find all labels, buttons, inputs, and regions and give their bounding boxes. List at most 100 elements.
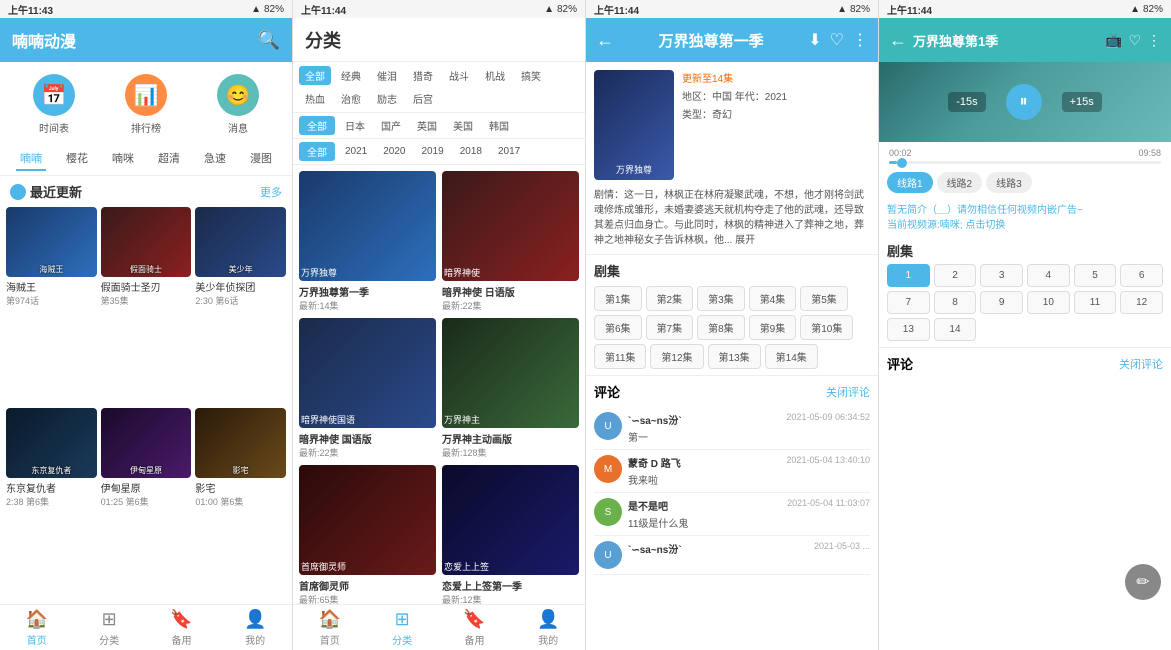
list-item[interactable]: 伊甸星原 伊甸星原 01:25 第6集 (101, 408, 192, 605)
ep-btn-14[interactable]: 14 (934, 318, 977, 341)
list-item[interactable]: 暗界神使国语 暗界神使 国语版 最新:22集 (299, 318, 436, 459)
filter-2019[interactable]: 2019 (416, 144, 450, 159)
fav-icon-4[interactable]: ♡ (1128, 32, 1141, 49)
ep-btn-11[interactable]: 11 (1074, 291, 1117, 314)
progress-handle[interactable] (897, 158, 907, 168)
download-icon[interactable]: ⬇ (808, 30, 821, 50)
filter-all-genre[interactable]: 全部 (299, 66, 331, 85)
episode-btn[interactable]: 第9集 (749, 315, 797, 340)
ep-btn-4[interactable]: 4 (1027, 264, 1070, 287)
filter-mecha[interactable]: 机战 (479, 66, 511, 85)
source-tab-2[interactable]: 线路2 (937, 172, 983, 193)
episode-btn[interactable]: 第5集 (800, 286, 848, 311)
news-shortcut[interactable]: 😊 消息 (217, 74, 259, 135)
list-item[interactable]: 影宅 影宅 01:00 第6集 (195, 408, 286, 605)
ep-btn-1[interactable]: 1 (887, 264, 930, 287)
more-link[interactable]: 更多 (260, 184, 282, 200)
progress-bar[interactable] (889, 161, 1161, 164)
list-item[interactable]: 万界独尊 万界独尊第一季 最新:14集 (299, 171, 436, 312)
filter-comedy[interactable]: 搞笑 (515, 66, 547, 85)
filter-2021[interactable]: 2021 (339, 144, 373, 159)
tab-nannan[interactable]: 喃喃 (16, 147, 46, 171)
list-item[interactable]: 万界神主 万界神主动画版 最新:128集 (442, 318, 579, 459)
ep-btn-12[interactable]: 12 (1120, 291, 1163, 314)
fab-edit-btn[interactable]: ✏ (1125, 564, 1161, 600)
nav-mine-2[interactable]: 👤 我的 (537, 609, 559, 647)
episode-btn[interactable]: 第1集 (594, 286, 642, 311)
nav-tools-2[interactable]: 🔖 备用 (463, 609, 485, 647)
region-all-tag[interactable]: 全部 (299, 116, 335, 135)
more-icon-4[interactable]: ⋮ (1147, 32, 1161, 49)
play-pause-btn[interactable]: ⏸ (1006, 84, 1042, 120)
switch-source-link[interactable]: 当前视频源:喃咪; 点击切换 (887, 220, 1005, 231)
source-tab-1[interactable]: 线路1 (887, 172, 933, 193)
episode-btn[interactable]: 第12集 (650, 344, 703, 369)
filter-2020[interactable]: 2020 (377, 144, 411, 159)
tab-fast[interactable]: 急速 (200, 147, 230, 171)
back-icon[interactable]: ← (596, 30, 614, 51)
filter-2018[interactable]: 2018 (454, 144, 488, 159)
filter-harem[interactable]: 后宫 (407, 89, 439, 108)
filter-japan[interactable]: 日本 (339, 116, 371, 135)
more-icon[interactable]: ⋮ (852, 30, 868, 50)
episode-btn[interactable]: 第4集 (749, 286, 797, 311)
tv-icon[interactable]: 📺 (1105, 32, 1122, 49)
nav-cat-2[interactable]: ⊞ 分类 (392, 609, 412, 647)
back-icon-4[interactable]: ← (889, 30, 907, 51)
filter-korea[interactable]: 韩国 (483, 116, 515, 135)
episode-btn[interactable]: 第11集 (594, 344, 646, 369)
episode-btn[interactable]: 第14集 (765, 344, 818, 369)
ep-btn-5[interactable]: 5 (1074, 264, 1117, 287)
list-item[interactable]: 美少年 美少年侦探团 2:30 第6话 (195, 207, 286, 404)
filter-inspire[interactable]: 励志 (371, 89, 403, 108)
forward-btn[interactable]: +15s (1062, 92, 1102, 112)
episode-btn[interactable]: 第6集 (594, 315, 642, 340)
rewind-btn[interactable]: -15s (948, 92, 985, 112)
ep-btn-10[interactable]: 10 (1027, 291, 1070, 314)
episode-btn[interactable]: 第10集 (800, 315, 853, 340)
ep-btn-8[interactable]: 8 (934, 291, 977, 314)
tab-whisper[interactable]: 喃咪 (108, 147, 138, 171)
filter-classic[interactable]: 经典 (335, 66, 367, 85)
episode-btn[interactable]: 第2集 (646, 286, 694, 311)
tab-sakura[interactable]: 樱花 (62, 147, 92, 171)
tab-comic[interactable]: 漫图 (246, 147, 276, 171)
list-item[interactable]: 海贼王 海贼王 第974话 (6, 207, 97, 404)
ep-btn-7[interactable]: 7 (887, 291, 930, 314)
filter-2017[interactable]: 2017 (492, 144, 526, 159)
episode-btn[interactable]: 第13集 (708, 344, 761, 369)
list-item[interactable]: 首席御灵师 首席御灵师 最新:65集 (299, 465, 436, 604)
search-icon[interactable]: 🔍 (258, 30, 280, 51)
tab-uhd[interactable]: 超清 (154, 147, 184, 171)
filter-china[interactable]: 国产 (375, 116, 407, 135)
close-comments-btn-4[interactable]: 关闭评论 (1119, 356, 1163, 372)
filter-us[interactable]: 美国 (447, 116, 479, 135)
ep-btn-9[interactable]: 9 (980, 291, 1023, 314)
episode-btn[interactable]: 第7集 (646, 315, 694, 340)
filter-healing[interactable]: 治愈 (335, 89, 367, 108)
year-all-tag[interactable]: 全部 (299, 142, 335, 161)
list-item[interactable]: 暗界神使 暗界神使 日语版 最新:22集 (442, 171, 579, 312)
list-item[interactable]: 恋爱上上签 恋爱上上签第一季 最新:12集 (442, 465, 579, 604)
filter-battle[interactable]: 战斗 (443, 66, 475, 85)
ep-btn-3[interactable]: 3 (980, 264, 1023, 287)
list-item[interactable]: 假面骑士 假面骑士圣刃 第35集 (101, 207, 192, 404)
ep-btn-2[interactable]: 2 (934, 264, 977, 287)
filter-uk[interactable]: 英国 (411, 116, 443, 135)
close-comments-btn[interactable]: 关闭评论 (826, 384, 870, 400)
source-tab-3[interactable]: 线路3 (986, 172, 1032, 193)
list-item[interactable]: 东京复仇者 东京复仇者 2:38 第6集 (6, 408, 97, 605)
filter-strange[interactable]: 猎奇 (407, 66, 439, 85)
ranking-shortcut[interactable]: 📊 排行榜 (125, 74, 167, 135)
ep-btn-6[interactable]: 6 (1120, 264, 1163, 287)
episode-btn[interactable]: 第8集 (697, 315, 745, 340)
nav-home-2[interactable]: 🏠 首页 (319, 609, 341, 647)
ep-btn-13[interactable]: 13 (887, 318, 930, 341)
filter-tear[interactable]: 催泪 (371, 66, 403, 85)
nav-mine[interactable]: 👤 我的 (244, 609, 266, 647)
episode-btn[interactable]: 第3集 (697, 286, 745, 311)
nav-category[interactable]: ⊞ 分类 (99, 609, 119, 647)
favorite-icon[interactable]: ♡ (830, 30, 844, 50)
filter-action[interactable]: 热血 (299, 89, 331, 108)
nav-tools[interactable]: 🔖 备用 (170, 609, 192, 647)
